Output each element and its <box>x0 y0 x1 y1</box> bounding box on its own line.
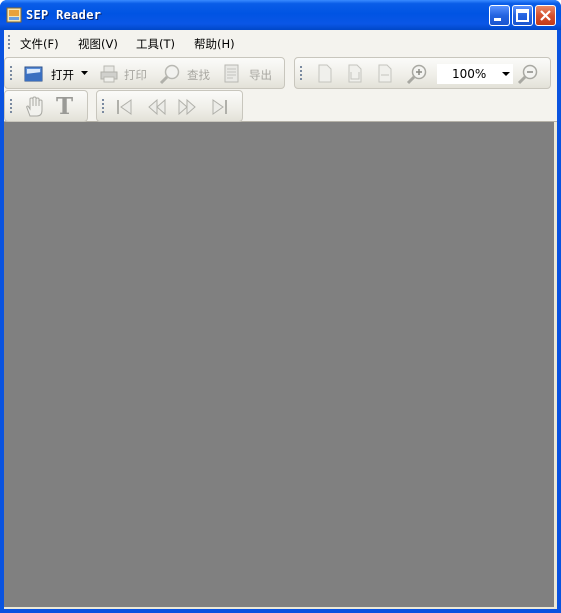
maximize-button[interactable] <box>512 5 533 26</box>
chevron-down-icon <box>502 72 510 76</box>
window-title: SEP Reader <box>26 8 102 22</box>
minimize-icon <box>494 18 501 21</box>
title-bar[interactable]: SEP Reader <box>0 0 561 30</box>
export-button[interactable]: 导出 <box>249 67 272 83</box>
document-viewport[interactable] <box>4 122 554 607</box>
zoom-value: 100% <box>452 67 487 81</box>
toolbar-grip[interactable] <box>102 99 104 115</box>
fit-page-icon[interactable] <box>347 64 363 83</box>
find-button[interactable]: 查找 <box>187 67 210 83</box>
hand-tool-icon[interactable] <box>23 95 47 119</box>
app-window: SEP Reader 文件(F) 视图(V) 工具(T) 帮助(H) 打开 打印… <box>0 0 561 613</box>
menu-view[interactable]: 视图(V) <box>78 36 118 52</box>
print-button[interactable]: 打印 <box>124 67 147 83</box>
app-icon <box>6 7 22 23</box>
open-button[interactable]: 打开 <box>51 67 74 83</box>
view-toolbar: 100% <box>294 57 551 89</box>
main-toolbar: 打开 打印 查找 导出 <box>4 57 285 89</box>
toolbar-area: 打开 打印 查找 导出 100% T <box>4 54 557 122</box>
export-icon <box>224 64 239 83</box>
toolbar-grip[interactable] <box>10 66 12 82</box>
maximize-icon <box>516 9 529 22</box>
tools-toolbar: T <box>4 90 88 122</box>
toolbar-grip[interactable] <box>10 99 12 115</box>
minimize-button[interactable] <box>489 5 510 26</box>
menu-help[interactable]: 帮助(H) <box>194 36 235 52</box>
previous-page-icon[interactable] <box>147 98 167 116</box>
single-page-icon[interactable] <box>317 64 333 83</box>
close-button[interactable] <box>535 5 556 26</box>
first-page-icon[interactable] <box>115 98 135 116</box>
printer-icon <box>100 65 118 83</box>
menu-tools[interactable]: 工具(T) <box>136 36 175 52</box>
bottom-edge <box>4 607 557 609</box>
fit-width-icon[interactable] <box>377 64 393 83</box>
zoom-dropdown-button[interactable] <box>499 64 513 84</box>
text-select-icon[interactable]: T <box>56 93 73 120</box>
close-icon <box>540 10 551 21</box>
search-icon <box>159 64 180 85</box>
menu-file[interactable]: 文件(F) <box>20 36 59 52</box>
menu-bar: 文件(F) 视图(V) 工具(T) 帮助(H) <box>4 30 557 54</box>
zoom-in-icon[interactable] <box>405 63 429 87</box>
navigation-toolbar <box>96 90 243 122</box>
open-dropdown-arrow-icon[interactable] <box>81 71 88 76</box>
zoom-field[interactable]: 100% <box>437 64 507 84</box>
open-folder-icon <box>24 66 43 82</box>
next-page-icon[interactable] <box>177 98 197 116</box>
toolbar-grip[interactable] <box>300 66 302 82</box>
last-page-icon[interactable] <box>209 98 229 116</box>
menu-grip[interactable] <box>8 35 10 51</box>
zoom-out-icon[interactable] <box>516 63 540 87</box>
